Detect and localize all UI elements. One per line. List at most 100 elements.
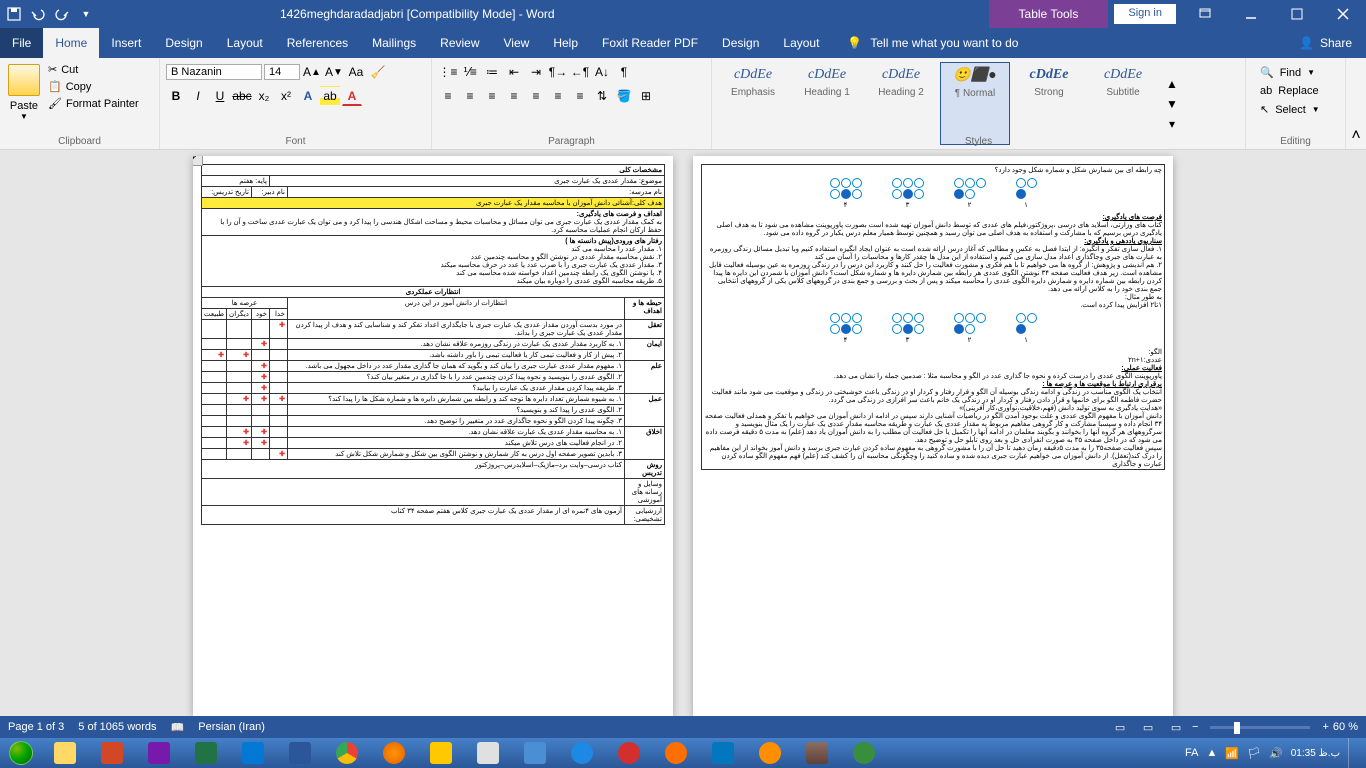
tab-table-design[interactable]: Design: [710, 28, 771, 58]
tray-expand-icon[interactable]: ▲: [1206, 747, 1217, 759]
print-layout-button[interactable]: ▭: [1136, 718, 1160, 736]
show-desktop-button[interactable]: [1348, 738, 1356, 768]
decrease-indent-button[interactable]: ⇤: [504, 62, 524, 82]
undo-icon[interactable]: [30, 6, 46, 22]
maximize-icon[interactable]: [1274, 0, 1320, 28]
page-status[interactable]: Page 1 of 3: [8, 721, 64, 734]
task-idm[interactable]: [841, 739, 887, 767]
select-button[interactable]: ↖Select▼: [1258, 101, 1333, 118]
justify-high-button[interactable]: ≡: [570, 86, 590, 106]
highlight-button[interactable]: ab: [320, 86, 340, 106]
show-marks-button[interactable]: ¶: [614, 62, 634, 82]
style-strong[interactable]: cDdEeStrong: [1014, 62, 1084, 145]
task-app3[interactable]: [747, 739, 793, 767]
replace-button[interactable]: abReplace: [1258, 83, 1333, 99]
task-onenote[interactable]: [136, 739, 182, 767]
clear-format-button[interactable]: 🧹: [368, 62, 388, 82]
style-normal[interactable]: 🙂⬛●¶ Normal: [940, 62, 1010, 145]
tab-mailings[interactable]: Mailings: [360, 28, 428, 58]
task-chrome[interactable]: [324, 739, 370, 767]
superscript-button[interactable]: x²: [276, 86, 296, 106]
grow-font-button[interactable]: A▲: [302, 62, 322, 82]
redo-icon[interactable]: [54, 6, 70, 22]
task-potplayer[interactable]: [418, 739, 464, 767]
sort-button[interactable]: A↓: [592, 62, 612, 82]
collapse-ribbon-button[interactable]: ˄: [1346, 58, 1366, 149]
read-mode-button[interactable]: ▭: [1108, 718, 1132, 736]
tab-layout[interactable]: Layout: [215, 28, 275, 58]
copy-button[interactable]: 📋Copy: [46, 79, 141, 94]
zoom-level[interactable]: 60 %: [1333, 721, 1358, 733]
tab-foxit[interactable]: Foxit Reader PDF: [590, 28, 710, 58]
task-firefox[interactable]: [371, 739, 417, 767]
strike-button[interactable]: abc: [232, 86, 252, 106]
multilevel-button[interactable]: ≔: [482, 62, 502, 82]
task-powerpoint[interactable]: [89, 739, 135, 767]
font-size-select[interactable]: [264, 64, 300, 80]
paste-button[interactable]: Paste ▼: [6, 62, 42, 145]
justify-button[interactable]: ≡: [504, 86, 524, 106]
task-ie[interactable]: [559, 739, 605, 767]
tab-review[interactable]: Review: [428, 28, 491, 58]
borders-button[interactable]: ⊞: [636, 86, 656, 106]
rtl-button[interactable]: ←¶: [570, 62, 590, 82]
styles-down-button[interactable]: ▼: [1162, 94, 1182, 114]
shading-button[interactable]: 🪣: [614, 86, 634, 106]
task-burner[interactable]: [606, 739, 652, 767]
action-center-icon[interactable]: 🏳: [1247, 747, 1261, 760]
font-color-button[interactable]: A: [342, 86, 362, 106]
tab-file[interactable]: File: [0, 28, 43, 58]
task-winrar[interactable]: [794, 739, 840, 767]
format-painter-button[interactable]: 🖌Format Painter: [46, 96, 141, 111]
styles-more-button[interactable]: ▾: [1162, 114, 1182, 134]
close-icon[interactable]: [1320, 0, 1366, 28]
word-count[interactable]: 5 of 1065 words: [78, 721, 156, 734]
find-button[interactable]: 🔍Find▼: [1258, 64, 1333, 81]
task-app1[interactable]: [465, 739, 511, 767]
tab-home[interactable]: Home: [43, 28, 99, 58]
task-app2[interactable]: [700, 739, 746, 767]
tab-view[interactable]: View: [492, 28, 542, 58]
task-explorer[interactable]: [42, 739, 88, 767]
tell-me-search[interactable]: 💡 Tell me what you want to do: [831, 28, 1285, 58]
page-anchor-icon[interactable]: ✥: [193, 156, 203, 166]
save-icon[interactable]: [6, 6, 22, 22]
justify-low-button[interactable]: ≡: [526, 86, 546, 106]
task-control[interactable]: [512, 739, 558, 767]
text-effects-button[interactable]: A: [298, 86, 318, 106]
signin-button[interactable]: Sign in: [1114, 4, 1176, 24]
ltr-button[interactable]: ¶→: [548, 62, 568, 82]
zoom-out-button[interactable]: −: [1192, 721, 1198, 733]
style-subtitle[interactable]: cDdEeSubtitle: [1088, 62, 1158, 145]
align-center-button[interactable]: ≡: [460, 86, 480, 106]
line-spacing-button[interactable]: ⇅: [592, 86, 612, 106]
volume-icon[interactable]: 🔊: [1269, 747, 1283, 760]
start-button[interactable]: [0, 738, 42, 768]
style-emphasis[interactable]: cDdEeEmphasis: [718, 62, 788, 145]
zoom-slider[interactable]: [1210, 726, 1310, 729]
web-layout-button[interactable]: ▭: [1164, 718, 1188, 736]
tab-table-layout[interactable]: Layout: [771, 28, 831, 58]
page-2[interactable]: چه رابطه ای بین شمارش شکل و شماره شکل وج…: [693, 156, 1173, 716]
zoom-in-button[interactable]: +: [1322, 721, 1328, 733]
tab-help[interactable]: Help: [541, 28, 590, 58]
tab-references[interactable]: References: [275, 28, 360, 58]
style-heading1[interactable]: cDdEeHeading 1: [792, 62, 862, 145]
task-outlook[interactable]: [230, 739, 276, 767]
language-status[interactable]: Persian (Iran): [198, 721, 265, 734]
bold-button[interactable]: B: [166, 86, 186, 106]
cut-button[interactable]: ✂Cut: [46, 62, 141, 77]
language-indicator[interactable]: FA: [1185, 747, 1198, 759]
task-excel[interactable]: [183, 739, 229, 767]
clock[interactable]: ب.ظ 01:35: [1291, 748, 1340, 759]
italic-button[interactable]: I: [188, 86, 208, 106]
qat-dropdown-icon[interactable]: ▼: [78, 6, 94, 22]
align-left-button[interactable]: ≡: [438, 86, 458, 106]
page-1[interactable]: ✥ مشخصات کلی موضوع: مقدار عددی یک عبارت …: [193, 156, 673, 716]
tab-design[interactable]: Design: [153, 28, 214, 58]
underline-button[interactable]: U: [210, 86, 230, 106]
wifi-icon[interactable]: 📶: [1225, 747, 1239, 760]
increase-indent-button[interactable]: ⇥: [526, 62, 546, 82]
document-area[interactable]: ✥ مشخصات کلی موضوع: مقدار عددی یک عبارت …: [0, 150, 1366, 716]
tab-insert[interactable]: Insert: [99, 28, 153, 58]
